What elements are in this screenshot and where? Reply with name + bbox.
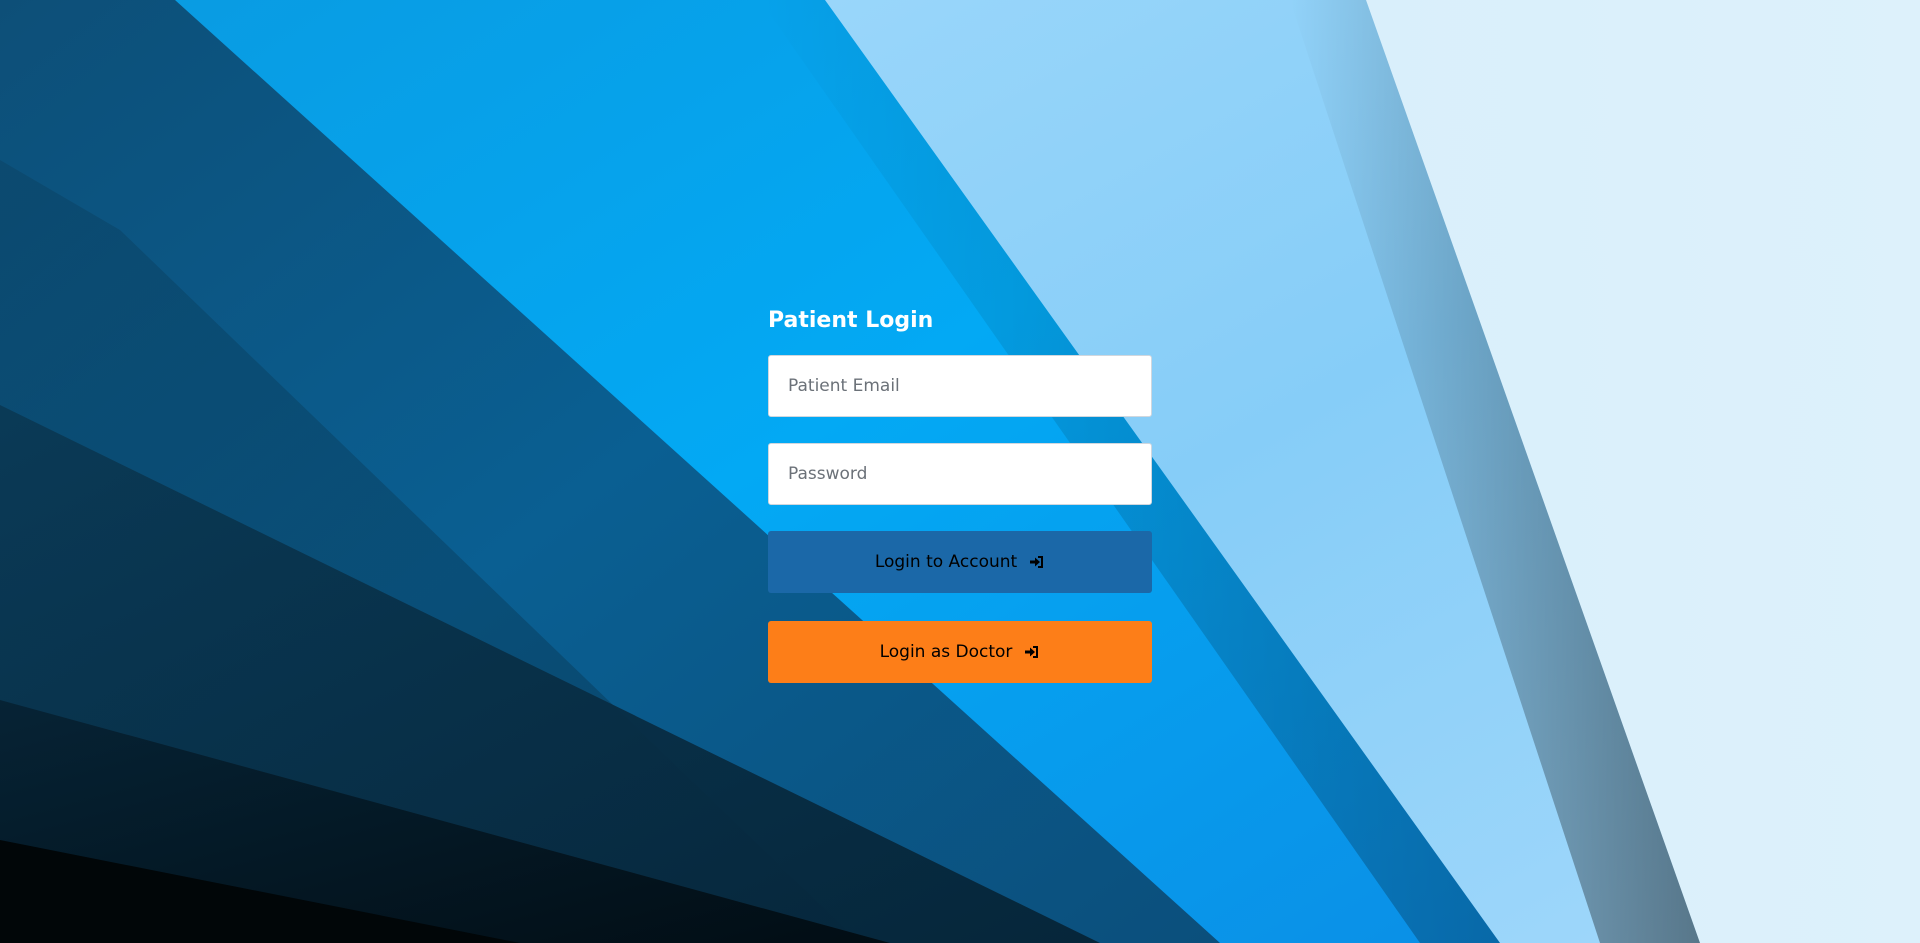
- login-to-account-label: Login to Account: [874, 552, 1018, 572]
- login-as-doctor-button[interactable]: Login as Doctor: [768, 621, 1152, 683]
- login-as-doctor-label: Login as Doctor: [879, 642, 1013, 662]
- login-title: Patient Login: [768, 308, 934, 333]
- password-input[interactable]: [768, 443, 1152, 505]
- sign-in-icon: [1029, 554, 1045, 570]
- patient-email-input[interactable]: [768, 355, 1152, 417]
- login-to-account-button[interactable]: Login to Account: [768, 531, 1152, 593]
- login-panel: Patient Login Login to Account Login as …: [768, 305, 1152, 683]
- sign-in-icon: [1024, 644, 1040, 660]
